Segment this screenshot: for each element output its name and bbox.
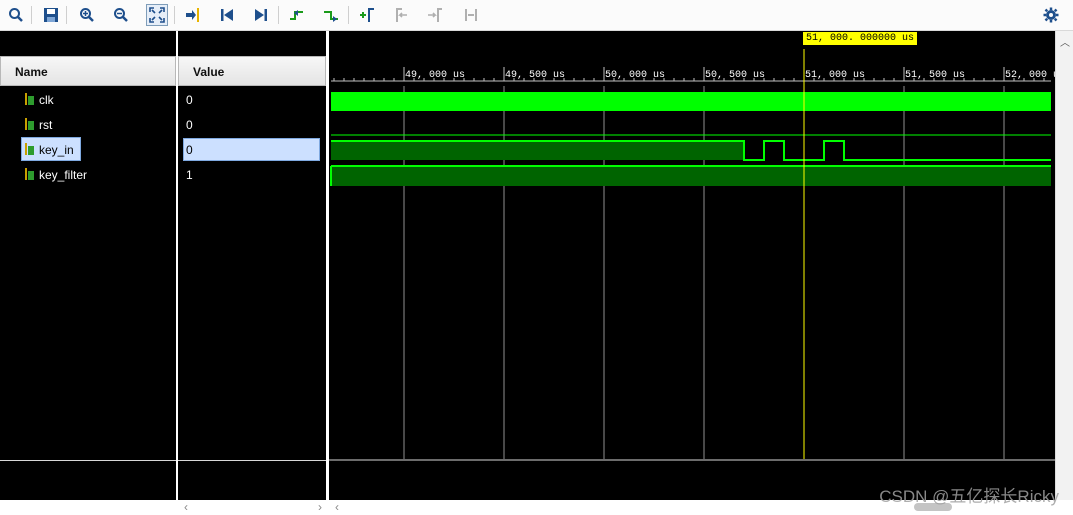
signal-value-key-in: 0 bbox=[186, 143, 193, 157]
signal-name-key-in[interactable]: key_in bbox=[39, 143, 74, 157]
time-tick-label: 49, 000 us bbox=[405, 70, 465, 81]
scroll-left-icon[interactable]: ‹ bbox=[184, 500, 188, 514]
name-panel: Name clk rst key_in key_filter bbox=[0, 31, 176, 500]
waveform-panel[interactable]: 49, 000 us 49, 500 us 50, 000 us 50, 500… bbox=[329, 31, 1055, 500]
next-marker-icon bbox=[424, 4, 446, 26]
zoom-fit-icon[interactable] bbox=[146, 4, 168, 26]
save-icon[interactable] bbox=[40, 4, 62, 26]
signal-icon bbox=[25, 93, 34, 105]
toolbar bbox=[0, 0, 1073, 31]
selected-row-highlight bbox=[183, 138, 320, 161]
swap-cursors-icon bbox=[460, 4, 482, 26]
previous-transition-icon[interactable] bbox=[286, 4, 308, 26]
signal-name-rst[interactable]: rst bbox=[39, 118, 52, 132]
signal-value-rst: 0 bbox=[186, 118, 193, 132]
value-horizontal-scrollbar[interactable]: ‹ › bbox=[178, 500, 326, 515]
cursor-time-label: 51, 000. 000000 us bbox=[803, 32, 918, 45]
vertical-scrollbar[interactable]: ︿ bbox=[1055, 31, 1073, 500]
zoom-in-icon[interactable] bbox=[76, 4, 98, 26]
scroll-right-icon[interactable]: › bbox=[318, 500, 322, 514]
divider bbox=[0, 460, 176, 461]
waveform-key-filter bbox=[331, 166, 1051, 186]
signal-name-key-filter[interactable]: key_filter bbox=[39, 168, 87, 182]
signal-value-clk: 0 bbox=[186, 93, 193, 107]
signal-icon bbox=[25, 143, 34, 155]
signal-icon bbox=[25, 118, 34, 130]
previous-marker-icon bbox=[390, 4, 412, 26]
value-column-header[interactable]: Value bbox=[178, 56, 326, 86]
time-tick-label: 50, 500 us bbox=[705, 70, 765, 81]
zoom-out-icon[interactable] bbox=[110, 4, 132, 26]
time-tick-label: 50, 000 us bbox=[605, 70, 665, 81]
value-panel: Value 0 0 0 1 bbox=[178, 31, 326, 500]
settings-gear-icon[interactable] bbox=[1040, 4, 1062, 26]
name-column-header[interactable]: Name bbox=[0, 56, 176, 86]
waveform-canvas[interactable]: 49, 000 us 49, 500 us 50, 000 us 50, 500… bbox=[329, 31, 1055, 500]
scroll-left-icon[interactable]: ‹ bbox=[335, 500, 339, 514]
search-icon[interactable] bbox=[5, 4, 27, 26]
divider bbox=[178, 460, 326, 461]
waveform-key-in-area bbox=[331, 141, 744, 160]
signal-icon bbox=[25, 168, 34, 180]
time-tick-label: 49, 500 us bbox=[505, 70, 565, 81]
add-marker-icon[interactable] bbox=[356, 4, 378, 26]
next-transition-icon[interactable] bbox=[320, 4, 342, 26]
watermark: CSDN @五亿探长Ricky bbox=[879, 487, 1059, 506]
scroll-up-icon[interactable]: ︿ bbox=[1060, 34, 1070, 49]
time-tick-label: 52, 000 u bbox=[1005, 70, 1055, 81]
time-tick-label: 51, 000 us bbox=[805, 70, 865, 81]
signal-value-key-filter: 1 bbox=[186, 168, 193, 182]
go-to-start-icon[interactable] bbox=[216, 4, 238, 26]
go-to-cursor-icon[interactable] bbox=[182, 4, 204, 26]
go-to-end-icon[interactable] bbox=[250, 4, 272, 26]
waveform-clk bbox=[331, 92, 1051, 111]
signal-name-clk[interactable]: clk bbox=[39, 93, 54, 107]
time-tick-label: 51, 500 us bbox=[905, 70, 965, 81]
